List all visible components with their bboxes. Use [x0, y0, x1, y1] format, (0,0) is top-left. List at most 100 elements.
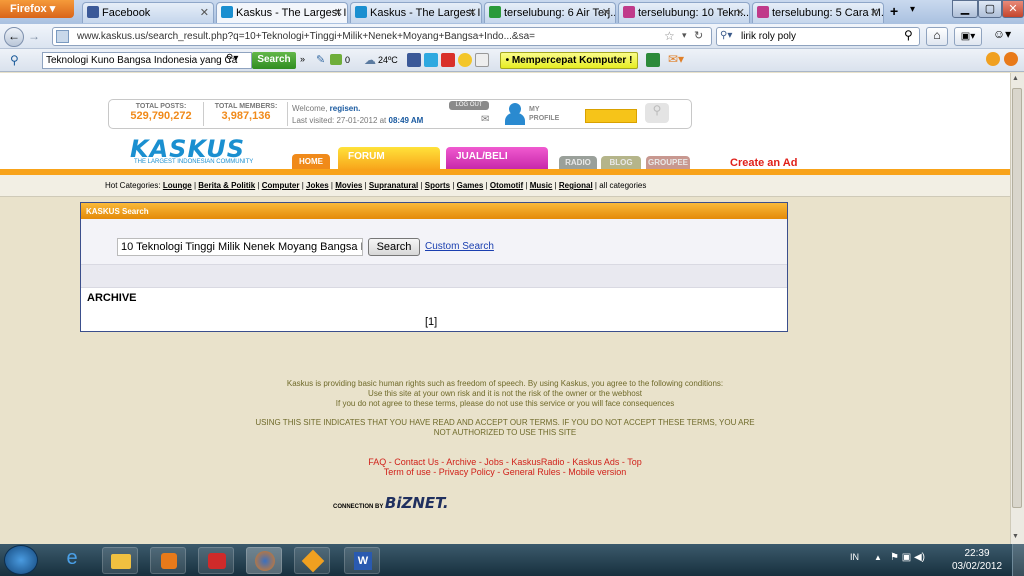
- close-icon[interactable]: ✕: [602, 6, 611, 19]
- reload-icon[interactable]: ↻: [694, 29, 703, 42]
- firefox-taskbar-icon[interactable]: [246, 547, 282, 574]
- close-icon[interactable]: ✕: [200, 6, 209, 19]
- amazon-icon[interactable]: [475, 53, 490, 67]
- page-menu-button[interactable]: ▣▾: [954, 27, 982, 46]
- smiley-icon[interactable]: [458, 53, 473, 67]
- tab-kaskus-1[interactable]: Kaskus - The Largest I... ✕: [216, 2, 348, 23]
- biznet-logo[interactable]: BiZNET.: [385, 494, 449, 512]
- footer-links-2[interactable]: Term of use - Privacy Policy - General R…: [0, 467, 1010, 477]
- firefox-menu-button[interactable]: Firefox ▾: [0, 0, 74, 18]
- category-link[interactable]: Music: [530, 181, 553, 190]
- scroll-up-icon[interactable]: ▲: [1012, 75, 1019, 82]
- scrollbar-thumb[interactable]: [1012, 88, 1022, 508]
- show-desktop-button[interactable]: [1012, 544, 1024, 576]
- show-hidden-icons[interactable]: ▲: [874, 553, 882, 562]
- close-icon[interactable]: ✕: [334, 6, 343, 19]
- category-link[interactable]: Jokes: [306, 181, 329, 190]
- envelope-icon[interactable]: ✉▾: [668, 52, 684, 66]
- mail-icon[interactable]: [330, 54, 342, 65]
- category-link[interactable]: Movies: [335, 181, 362, 190]
- category-link[interactable]: Sports: [425, 181, 450, 190]
- close-icon[interactable]: ✕: [736, 6, 745, 19]
- tab-kaskus-2[interactable]: Kaskus - The Largest I... ✕: [350, 2, 482, 23]
- category-link[interactable]: Otomotif: [490, 181, 523, 190]
- category-link[interactable]: Berita & Politik: [198, 181, 255, 190]
- tab-terselubung-3[interactable]: terselubung: 5 Cara M... ✕: [752, 2, 884, 23]
- tab-blog[interactable]: BLOG: [601, 156, 641, 169]
- ie-icon[interactable]: e: [54, 547, 90, 574]
- explorer-icon[interactable]: [102, 547, 138, 574]
- category-link[interactable]: Regional: [559, 181, 593, 190]
- create-ad-link[interactable]: Create an Ad: [730, 157, 797, 169]
- tab-groupee[interactable]: GROUPEE: [646, 156, 690, 169]
- category-link[interactable]: Computer: [262, 181, 300, 190]
- tab-terselubung-1[interactable]: terselubung: 6 Air Terj... ✕: [484, 2, 616, 23]
- dropdown-icon[interactable]: ▾: [682, 30, 687, 41]
- search-query-input[interactable]: 10 Teknologi Tinggi Milik Nenek Moyang B…: [117, 238, 363, 256]
- my-profile-link[interactable]: MY PROFILE: [529, 105, 565, 123]
- footer-links-1[interactable]: FAQ - Contact Us - Archive - Jobs - Kask…: [0, 457, 1010, 467]
- tab-radio[interactable]: RADIO: [559, 156, 597, 169]
- site-identity-icon[interactable]: [56, 30, 69, 43]
- footer-disclaimer-5: NOT AUTHORIZED TO USE THIS SITE: [433, 428, 577, 437]
- youtube-icon[interactable]: [441, 53, 456, 67]
- close-icon[interactable]: ✕: [468, 6, 477, 19]
- tab-facebook[interactable]: Facebook ✕: [82, 2, 214, 23]
- maximize-button[interactable]: ▢: [978, 0, 1002, 18]
- close-icon[interactable]: ✕: [870, 6, 879, 19]
- addon-orange-icon[interactable]: [986, 52, 1000, 66]
- word-icon[interactable]: W: [344, 547, 380, 574]
- back-button[interactable]: ←: [4, 27, 24, 47]
- close-window-button[interactable]: ✕: [1002, 0, 1024, 18]
- media-player-icon[interactable]: [150, 547, 186, 574]
- toolbar-app-icon[interactable]: [646, 53, 660, 67]
- facebook-icon[interactable]: [407, 53, 421, 67]
- winamp-icon[interactable]: [294, 547, 330, 574]
- toolbar-logo-icon[interactable]: ⚲: [10, 53, 19, 67]
- twitter-icon[interactable]: [424, 53, 439, 67]
- forward-button[interactable]: →: [28, 29, 40, 43]
- scroll-down-icon[interactable]: ▼: [1012, 533, 1019, 540]
- custom-search-link[interactable]: Custom Search: [425, 241, 494, 252]
- category-link[interactable]: Games: [457, 181, 484, 190]
- username[interactable]: regisen.: [330, 104, 361, 113]
- tray-icons[interactable]: ⚑ ▣ ◀): [890, 552, 925, 563]
- header-search-input[interactable]: [585, 109, 637, 123]
- pagination[interactable]: [1]: [425, 316, 437, 328]
- search-engine-icon[interactable]: ⚲▾: [720, 30, 732, 41]
- toolbar-more-icon[interactable]: »: [300, 54, 305, 64]
- address-bar[interactable]: www.kaskus.us/search_result.php?q=10+Tek…: [52, 27, 712, 46]
- browser-search-input[interactable]: lirik roly poly: [716, 27, 920, 46]
- private-message-icon[interactable]: ✉: [481, 114, 489, 125]
- new-tab-button[interactable]: +: [890, 3, 898, 19]
- tab-terselubung-2[interactable]: terselubung: 10 Tekn... ✕: [618, 2, 750, 23]
- system-clock[interactable]: 22:39 03/02/2012: [948, 547, 1006, 573]
- home-button[interactable]: ⌂: [926, 27, 948, 46]
- tab-home[interactable]: HOME: [292, 154, 330, 170]
- search-go-icon[interactable]: ⚲: [904, 28, 913, 42]
- header-search-icon[interactable]: ⚲: [645, 103, 669, 123]
- toolbar-search-input[interactable]: Teknologi Kuno Bangsa Indonesia yang Ca: [42, 52, 252, 69]
- category-link[interactable]: Lounge: [163, 181, 192, 190]
- tab-forum[interactable]: FORUM: [338, 147, 440, 170]
- minimize-button[interactable]: ▁: [952, 0, 978, 18]
- addon-icon[interactable]: ☺▾: [988, 27, 1016, 46]
- toolbar-search-options-icon[interactable]: ⚲▾: [226, 53, 238, 64]
- category-link[interactable]: Supranatural: [369, 181, 418, 190]
- speedup-computer-button[interactable]: • Mempercepat Komputer !: [500, 52, 638, 69]
- photo-app-icon[interactable]: [198, 547, 234, 574]
- logout-button[interactable]: LOG OUT: [449, 101, 489, 110]
- highlight-icon[interactable]: ✎: [316, 53, 325, 66]
- stats-box: TOTAL POSTS: 529,790,272 TOTAL MEMBERS: …: [108, 99, 692, 129]
- weather-icon[interactable]: ☁: [364, 53, 376, 67]
- toolbar-search-button[interactable]: Search: [252, 52, 296, 69]
- start-button[interactable]: [4, 545, 38, 575]
- tab-jual-beli[interactable]: JUAL/BELI: [446, 147, 548, 170]
- bookmark-star-icon[interactable]: ☆: [664, 29, 675, 43]
- addon-orange-icon-2[interactable]: [1004, 52, 1018, 66]
- search-button[interactable]: Search: [368, 238, 420, 256]
- profile-avatar-icon[interactable]: [499, 101, 529, 127]
- language-indicator[interactable]: IN: [850, 552, 859, 562]
- tab-list-icon[interactable]: ▾: [910, 4, 915, 15]
- all-categories-link[interactable]: all categories: [599, 181, 646, 190]
